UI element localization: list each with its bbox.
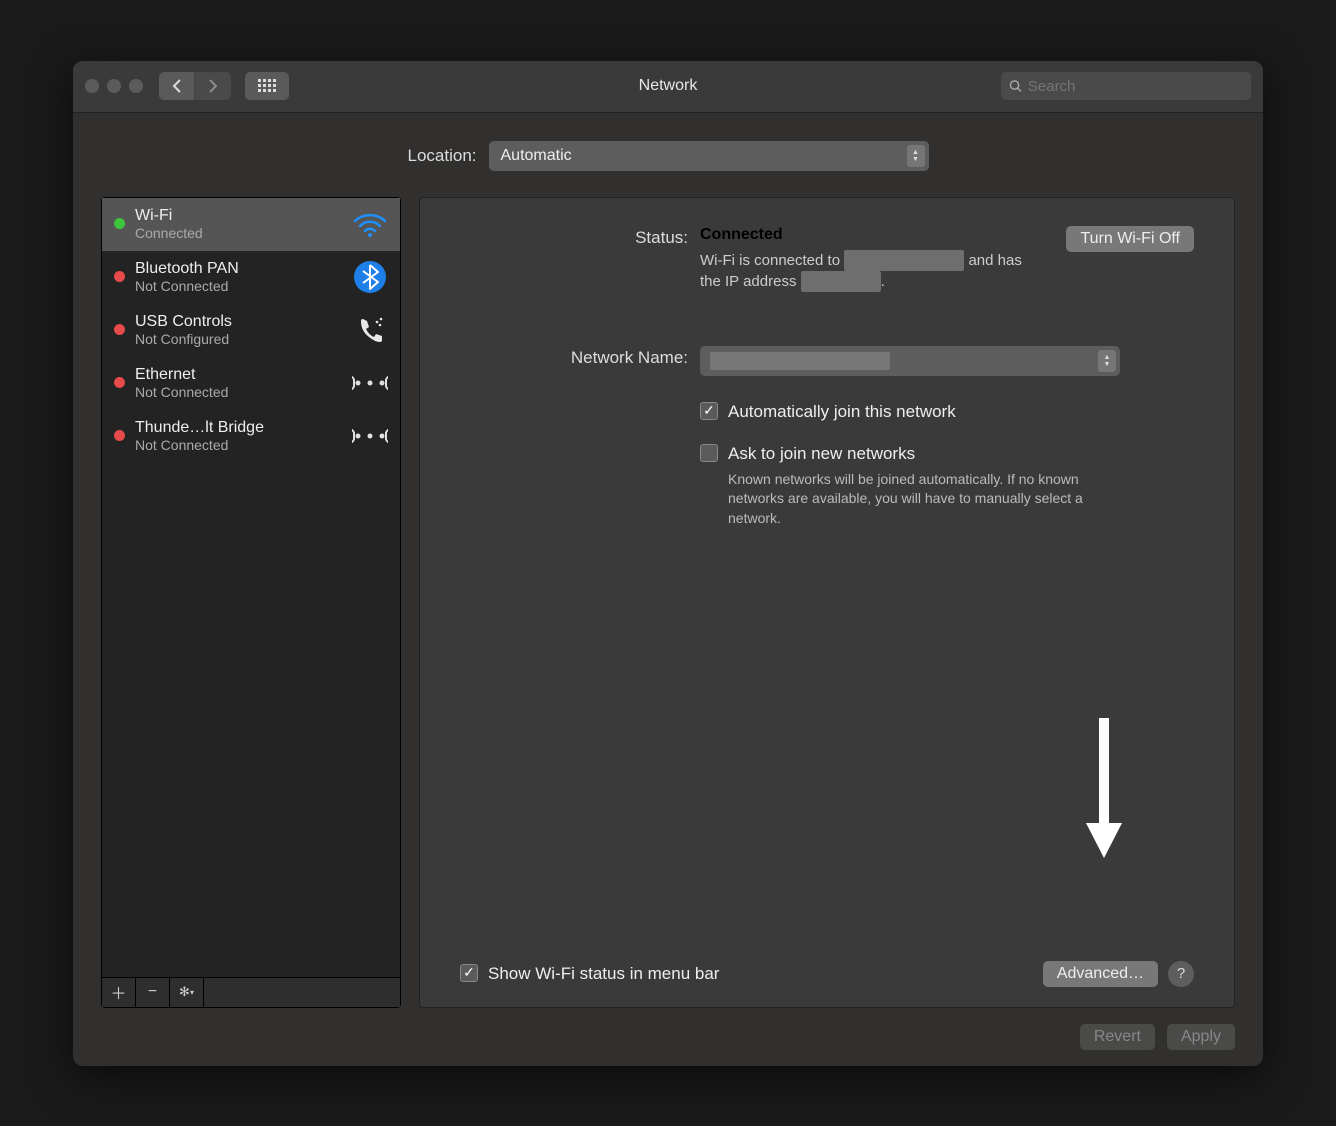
redacted-ssid: XXXXXXXXXXXX (844, 250, 964, 271)
location-value: Automatic (501, 147, 572, 165)
show-status-checkbox[interactable] (460, 964, 478, 982)
status-dot-icon (114, 377, 125, 388)
grid-icon (258, 79, 276, 93)
show-all-button[interactable] (245, 72, 289, 100)
sidebar-item-ethernet[interactable]: Ethernet Not Connected (102, 357, 400, 410)
status-row: Status: Connected Wi-Fi is connected to … (460, 226, 1194, 292)
interface-action-menu[interactable]: ✻▾ (170, 978, 204, 1007)
status-dot-icon (114, 324, 125, 335)
network-preferences-window: Network Location: Automatic Wi-Fi (73, 61, 1263, 1066)
sidebar-item-thunderbolt-bridge[interactable]: Thunde…lt Bridge Not Connected (102, 410, 400, 463)
status-label: Status: (460, 226, 700, 292)
search-input[interactable] (1028, 78, 1243, 95)
ask-to-join-checkbox[interactable] (700, 444, 718, 462)
apply-button[interactable]: Apply (1167, 1024, 1235, 1050)
detail-pane: Status: Connected Wi-Fi is connected to … (419, 197, 1235, 1008)
turn-wifi-off-button[interactable]: Turn Wi-Fi Off (1066, 226, 1194, 252)
search-icon (1009, 79, 1022, 93)
back-button[interactable] (159, 72, 195, 100)
redacted-ip: XXXXXXXX (801, 271, 881, 292)
ethernet-icon (352, 365, 388, 401)
redacted-network-name (710, 352, 890, 370)
chevron-left-icon (172, 79, 182, 93)
zoom-window-button[interactable] (129, 79, 143, 93)
window-title: Network (639, 77, 698, 95)
annotation-arrow-icon (1084, 718, 1124, 858)
chevron-right-icon (208, 79, 218, 93)
nav-buttons (159, 72, 231, 100)
bluetooth-icon (352, 259, 388, 295)
dropdown-stepper-icon (907, 145, 925, 167)
interface-name: Bluetooth PAN (135, 260, 342, 278)
status-value: Connected (700, 226, 1046, 244)
wifi-icon (352, 206, 388, 242)
detail-bottom-bar: Show Wi-Fi status in menu bar Advanced… … (460, 961, 1194, 987)
forward-button[interactable] (195, 72, 231, 100)
search-box[interactable] (1001, 72, 1251, 100)
interface-status: Not Connected (135, 278, 342, 294)
interface-status: Not Connected (135, 437, 342, 453)
status-dot-icon (114, 271, 125, 282)
auto-join-label: Automatically join this network (728, 402, 956, 422)
status-dot-icon (114, 430, 125, 441)
network-name-label: Network Name: (460, 346, 700, 376)
main-panes: Wi-Fi Connected Bluetooth PAN Not Connec… (101, 197, 1235, 1008)
interface-name: Thunde…lt Bridge (135, 419, 342, 437)
interface-status: Not Connected (135, 384, 342, 400)
sidebar-item-usb-controls[interactable]: USB Controls Not Configured (102, 304, 400, 357)
advanced-button[interactable]: Advanced… (1043, 961, 1158, 987)
sidebar-item-wifi[interactable]: Wi-Fi Connected (102, 198, 400, 251)
show-status-label: Show Wi-Fi status in menu bar (488, 964, 719, 984)
ethernet-icon (352, 418, 388, 454)
interface-name: Ethernet (135, 366, 342, 384)
content-area: Location: Automatic Wi-Fi Connected (73, 113, 1263, 1066)
network-name-dropdown[interactable] (700, 346, 1120, 376)
revert-button[interactable]: Revert (1080, 1024, 1155, 1050)
interface-name: USB Controls (135, 313, 342, 331)
dropdown-stepper-icon (1098, 350, 1116, 372)
sidebar-item-bluetooth[interactable]: Bluetooth PAN Not Connected (102, 251, 400, 304)
sidebar-toolbar: ＋ − ✻▾ (102, 977, 400, 1007)
location-row: Location: Automatic (101, 141, 1235, 171)
auto-join-checkbox[interactable] (700, 402, 718, 420)
minimize-window-button[interactable] (107, 79, 121, 93)
interface-name: Wi-Fi (135, 207, 342, 225)
status-dot-icon (114, 218, 125, 229)
auto-join-row: Automatically join this network Ask to j… (460, 390, 1194, 529)
add-interface-button[interactable]: ＋ (102, 978, 136, 1007)
location-dropdown[interactable]: Automatic (489, 141, 929, 171)
location-label: Location: (408, 146, 477, 166)
titlebar: Network (73, 61, 1263, 113)
phone-icon (352, 312, 388, 348)
network-name-row: Network Name: (460, 346, 1194, 376)
interface-list: Wi-Fi Connected Bluetooth PAN Not Connec… (102, 198, 400, 977)
ask-to-join-help: Known networks will be joined automatica… (728, 470, 1128, 529)
interface-status: Connected (135, 225, 342, 241)
close-window-button[interactable] (85, 79, 99, 93)
traffic-lights (85, 79, 143, 93)
interface-sidebar: Wi-Fi Connected Bluetooth PAN Not Connec… (101, 197, 401, 1008)
interface-status: Not Configured (135, 331, 342, 347)
footer-buttons: Revert Apply (101, 1008, 1235, 1050)
help-button[interactable]: ? (1168, 961, 1194, 987)
status-description: Wi-Fi is connected to XXXXXXXXXXXX and h… (700, 250, 1046, 292)
remove-interface-button[interactable]: − (136, 978, 170, 1007)
ask-to-join-label: Ask to join new networks (728, 444, 915, 463)
